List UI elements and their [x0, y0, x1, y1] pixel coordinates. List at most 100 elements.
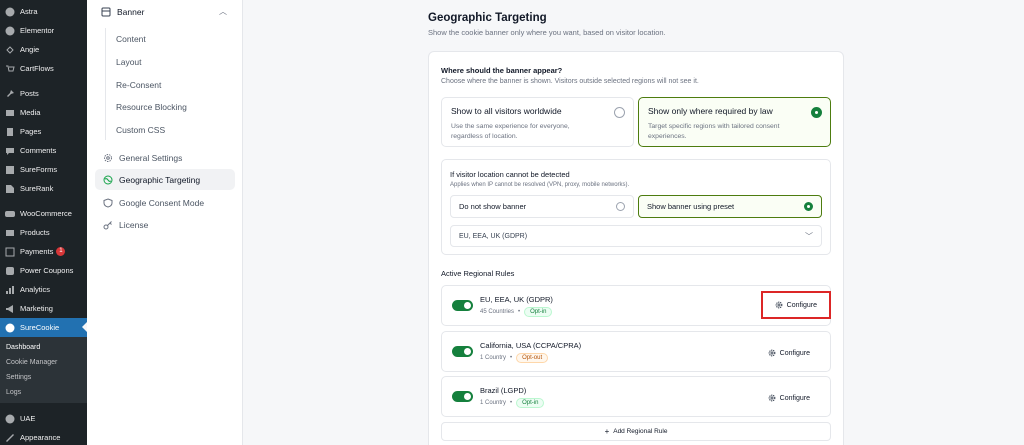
wp-menu-label: Angie	[20, 45, 40, 54]
wp-menu-surecookie[interactable]: SureCookie	[0, 318, 87, 337]
wp-menu-label: Media	[20, 108, 41, 117]
rules-title: Active Regional Rules	[441, 269, 515, 278]
wp-menu-appearance[interactable]: Appearance	[0, 428, 87, 445]
subnav-content[interactable]: Content	[116, 34, 146, 44]
wp-menu-label: SureRank	[20, 184, 54, 193]
radio-button-selected[interactable]	[811, 107, 822, 118]
subnav-resource-blocking[interactable]: Resource Blocking	[116, 102, 187, 112]
page-subtitle: Show the cookie banner only where you wa…	[428, 28, 666, 37]
settings-subnav: Banner ︿ Content Layout Re-Consent Resou…	[87, 0, 243, 445]
subnav-general-settings[interactable]: General Settings	[95, 147, 235, 168]
angie-icon	[5, 45, 15, 55]
astra-icon	[5, 7, 15, 17]
option-title: Show to all visitors worldwide	[451, 106, 562, 116]
subnav-re-consent[interactable]: Re-Consent	[116, 80, 161, 90]
subnav-license[interactable]: License	[95, 214, 235, 235]
wp-menu-media[interactable]: Media	[0, 103, 87, 122]
subnav-tree-line	[105, 28, 106, 140]
rule-mode-badge: Opt-in	[524, 307, 553, 317]
wp-submenu-cookie-manager[interactable]: Cookie Manager	[0, 355, 87, 370]
subnav-banner-toggle[interactable]: Banner ︿	[101, 6, 227, 17]
wp-menu-posts[interactable]: Posts	[0, 84, 87, 103]
wp-menu-label: Astra	[20, 7, 38, 16]
wp-menu-woocommerce[interactable]: WooCommerce	[0, 204, 87, 223]
wp-submenu-logs[interactable]: Logs	[0, 385, 87, 400]
fallback-option-none[interactable]: Do not show banner	[450, 195, 634, 218]
rule-row: EU, EEA, UK (GDPR) 45 Countries • Opt-in…	[441, 285, 832, 326]
subnav-google-consent-mode[interactable]: Google Consent Mode	[95, 192, 235, 213]
wp-menu-label: Products	[20, 228, 50, 237]
geo-settings-card: Where should the banner appear? Choose w…	[428, 51, 844, 445]
rule-mode-badge: Opt-in	[516, 398, 545, 408]
wp-submenu-surecookie: Dashboard Cookie Manager Settings Logs	[0, 337, 87, 403]
fallback-option-preset[interactable]: Show banner using preset	[638, 195, 822, 218]
wp-menu-group-woo: WooCommerce Products Payments 1 Power Cou…	[0, 204, 87, 403]
wp-menu-label: Posts	[20, 89, 39, 98]
rule-count: 1 Country	[480, 355, 507, 361]
wp-menu-label: Elementor	[20, 26, 55, 35]
wp-menu-uae[interactable]: UAE	[0, 409, 87, 428]
rule-toggle[interactable]	[452, 346, 473, 357]
fallback-section: If visitor location cannot be detected A…	[441, 159, 831, 255]
wp-menu-elementor[interactable]: Elementor	[0, 21, 87, 40]
option-all-visitors[interactable]: Show to all visitors worldwide Use the s…	[441, 97, 634, 147]
preset-select[interactable]: EU, EEA, UK (GDPR) ﹀	[450, 225, 822, 247]
wp-submenu-settings[interactable]: Settings	[0, 370, 87, 385]
wp-menu-angie[interactable]: Angie	[0, 40, 87, 59]
preset-select-value: EU, EEA, UK (GDPR)	[459, 232, 528, 240]
wp-menu-sureforms[interactable]: SureForms	[0, 160, 87, 179]
wp-menu-label: SureCookie	[20, 323, 60, 332]
globe-icon	[103, 175, 113, 185]
subnav-banner-label: Banner	[117, 6, 145, 17]
wp-menu-analytics[interactable]: Analytics	[0, 280, 87, 299]
separator-dot: •	[510, 400, 513, 406]
configure-button[interactable]: Configure	[760, 291, 832, 319]
subnav-geographic-targeting[interactable]: Geographic Targeting	[95, 169, 235, 190]
radio-button[interactable]	[614, 107, 625, 118]
configure-button[interactable]: Configure	[762, 390, 816, 406]
wp-menu-products[interactable]: Products	[0, 223, 87, 242]
subnav-layout[interactable]: Layout	[116, 57, 142, 67]
wp-menu-pages[interactable]: Pages	[0, 122, 87, 141]
rule-toggle[interactable]	[452, 300, 473, 311]
rule-name: California, USA (CCPA/CPRA)	[480, 341, 582, 350]
add-regional-rule-button[interactable]: + Add Regional Rule	[441, 422, 831, 441]
rule-count: 45 Countries	[480, 309, 515, 315]
rule-meta: 45 Countries • Opt-in	[480, 307, 553, 317]
option-title: Show only where required by law	[648, 106, 773, 116]
wp-submenu-dashboard[interactable]: Dashboard	[0, 340, 87, 355]
wp-menu-comments[interactable]: Comments	[0, 141, 87, 160]
rule-count: 1 Country	[480, 400, 507, 406]
separator-dot: •	[518, 309, 521, 315]
rule-name: Brazil (LGPD)	[480, 386, 527, 395]
key-icon	[103, 220, 113, 230]
configure-button[interactable]: Configure	[762, 345, 816, 361]
wp-menu-astra[interactable]: Astra	[0, 2, 87, 21]
wp-menu-label: Appearance	[20, 433, 61, 442]
configure-label: Configure	[779, 394, 810, 402]
separator-dot: •	[510, 355, 513, 361]
radio-button-selected[interactable]	[804, 202, 813, 211]
notification-badge: 1	[56, 247, 66, 256]
page-title: Geographic Targeting	[428, 12, 547, 24]
rule-toggle[interactable]	[452, 391, 473, 402]
uae-icon	[5, 414, 15, 424]
wp-menu-marketing[interactable]: Marketing	[0, 299, 87, 318]
wp-menu-payments[interactable]: Payments 1	[0, 242, 87, 261]
wp-menu-label: WooCommerce	[20, 209, 72, 218]
marketing-icon	[5, 304, 15, 314]
wp-menu-cartflows[interactable]: CartFlows	[0, 59, 87, 78]
surerank-icon	[5, 184, 15, 194]
analytics-icon	[5, 285, 15, 295]
subnav-label: License	[119, 219, 149, 230]
wp-menu-surerank[interactable]: SureRank	[0, 179, 87, 198]
subnav-custom-css[interactable]: Custom CSS	[116, 125, 165, 135]
coupons-icon	[5, 266, 15, 276]
wp-admin-sidebar: Astra Elementor Angie CartFlows Posts Me…	[0, 0, 87, 445]
option-required-by-law[interactable]: Show only where required by law Target s…	[638, 97, 831, 147]
wp-menu-power-coupons[interactable]: Power Coupons	[0, 261, 87, 280]
gear-icon	[768, 394, 776, 402]
option-description: Target specific regions with tailored co…	[648, 123, 780, 140]
radio-button[interactable]	[616, 202, 625, 211]
woocommerce-icon	[5, 209, 15, 219]
